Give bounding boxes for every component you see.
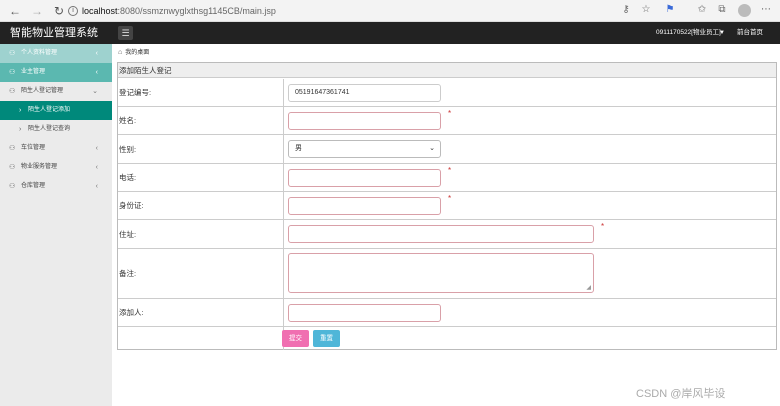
sidebar-item-stranger[interactable]: ⚇ 陌生人登记管理 ⌄ — [0, 82, 112, 101]
form-row-actions: 提交 重置 — [118, 327, 776, 350]
phone-input[interactable] — [288, 169, 441, 187]
breadcrumb-label: 我的桌面 — [125, 50, 150, 56]
forward-icon[interactable]: → — [30, 4, 44, 18]
user-icon: ⚇ — [9, 88, 16, 95]
sidebar-item-label: 个人资料管理 — [21, 50, 58, 56]
form-row-adder: 添加人: — [118, 299, 776, 327]
required-mark: * — [448, 109, 452, 118]
reg-no-label: 登记编号: — [118, 79, 284, 106]
gender-label: 性别: — [118, 135, 284, 163]
name-input[interactable] — [288, 112, 441, 130]
sidebar-item-label: 业主管理 — [21, 69, 46, 75]
extension-icon[interactable]: ⚑ — [664, 4, 676, 16]
sidebar-item-label: 陌生人登记添加 — [28, 107, 71, 113]
form-row-phone: 电话: * — [118, 164, 776, 192]
chevron-right-icon: › — [19, 107, 22, 114]
required-mark: * — [601, 222, 605, 231]
chevron-left-icon: ‹ — [95, 164, 98, 171]
favorite-icon[interactable]: ☆ — [640, 4, 652, 16]
remark-label: 备注: — [118, 249, 284, 298]
back-icon[interactable]: ← — [8, 4, 22, 18]
chevron-left-icon: ‹ — [95, 183, 98, 190]
address-bar[interactable]: localhost:8080/ssmznwyglxthsg1145CB/main… — [82, 3, 276, 19]
form-row-gender: 性别: 男 ⌄ — [118, 135, 776, 164]
address-input[interactable] — [288, 225, 594, 243]
reg-no-input[interactable]: 05191647361741 — [288, 84, 441, 102]
sidebar-item-label: 仓库管理 — [21, 183, 46, 189]
sidebar: ⚇ 个人资料管理 ‹ ⚇ 业主管理 ‹ ⚇ 陌生人登记管理 ⌄ › 陌生人登记添… — [0, 44, 112, 406]
sidebar-item-label: 陌生人登记管理 — [21, 88, 64, 94]
form-row-address: 住址: * — [118, 220, 776, 249]
chevron-left-icon: ‹ — [95, 50, 98, 57]
address-label: 住址: — [118, 220, 284, 248]
chevron-down-icon: ⌄ — [92, 88, 98, 95]
refresh-icon[interactable]: ↻ — [52, 4, 66, 18]
submit-button[interactable]: 提交 — [282, 330, 309, 347]
sidebar-item-warehouse[interactable]: ⚇ 仓库管理 ‹ — [0, 177, 112, 196]
phone-label: 电话: — [118, 164, 284, 191]
resize-grip-icon[interactable]: ◢ — [586, 284, 591, 291]
url-path: :8080/ssmznwyglxthsg1145CB/main.jsp — [117, 6, 276, 16]
user-icon: ⚇ — [9, 50, 16, 57]
home-icon: ⌂ — [118, 49, 123, 56]
watermark: CSDN @岸风毕设 — [636, 388, 726, 400]
required-mark: * — [448, 166, 452, 175]
user-info[interactable]: 0911170522[物业员工] — [656, 22, 721, 44]
breadcrumb[interactable]: ⌂ 我的桌面 — [118, 48, 149, 58]
form-row-name: 姓名: * — [118, 107, 776, 135]
more-icon[interactable]: ⋯ — [760, 4, 772, 16]
app-header: 智能物业管理系统 ☰ 0911170522[物业员工] ▼ 前台首页 — [0, 22, 780, 44]
user-icon: ⚇ — [9, 183, 16, 190]
reset-button[interactable]: 重置 — [313, 330, 340, 347]
adder-input[interactable] — [288, 304, 441, 322]
user-icon: ⚇ — [9, 69, 16, 76]
sidebar-item-service[interactable]: ⚇ 物业服务管理 ‹ — [0, 158, 112, 177]
user-icon: ⚇ — [9, 164, 16, 171]
sidebar-item-label: 物业服务管理 — [21, 164, 58, 170]
chevron-right-icon: › — [19, 126, 22, 133]
adder-label: 添加人: — [118, 299, 284, 326]
app-title: 智能物业管理系统 — [10, 27, 98, 39]
gender-value: 男 — [295, 145, 302, 152]
collections-icon[interactable]: ⧉ — [716, 4, 728, 16]
sidebar-item-label: 陌生人登记查询 — [28, 126, 71, 132]
sidebar-item-owner[interactable]: ⚇ 业主管理 ‹ — [0, 63, 112, 82]
form-row-remark: 备注: ◢ — [118, 249, 776, 299]
idcard-input[interactable] — [288, 197, 441, 215]
browser-toolbar: ← → ↻ i localhost:8080/ssmznwyglxthsg114… — [0, 0, 780, 22]
sidebar-item-parking[interactable]: ⚇ 车位管理 ‹ — [0, 139, 112, 158]
chevron-left-icon: ‹ — [95, 69, 98, 76]
caret-down-icon[interactable]: ▼ — [719, 22, 725, 44]
favorites-bar-icon[interactable]: ✩ — [696, 4, 708, 16]
idcard-label: 身份证: — [118, 192, 284, 219]
sidebar-item-stranger-add[interactable]: › 陌生人登记添加 — [0, 101, 112, 120]
sidebar-item-profile[interactable]: ⚇ 个人资料管理 ‹ — [0, 44, 112, 63]
info-icon[interactable]: i — [68, 6, 78, 16]
profile-avatar[interactable] — [738, 4, 751, 17]
stranger-form: 添加陌生人登记 登记编号: 05191647361741 姓名: * 性别: 男… — [117, 62, 777, 350]
url-host: localhost — [82, 6, 118, 16]
menu-toggle-icon[interactable]: ☰ — [118, 26, 133, 40]
form-row-idcard: 身份证: * — [118, 192, 776, 220]
key-icon[interactable]: ⚷ — [620, 4, 632, 16]
actions-label-cell — [118, 327, 284, 350]
home-link[interactable]: 前台首页 — [737, 22, 763, 44]
user-icon: ⚇ — [9, 145, 16, 152]
sidebar-item-stranger-query[interactable]: › 陌生人登记查询 — [0, 120, 112, 139]
chevron-left-icon: ‹ — [95, 145, 98, 152]
sidebar-item-label: 车位管理 — [21, 145, 46, 151]
name-label: 姓名: — [118, 107, 284, 134]
gender-select[interactable]: 男 ⌄ — [288, 140, 441, 158]
required-mark: * — [448, 194, 452, 203]
form-title: 添加陌生人登记 — [118, 63, 776, 78]
chevron-down-icon: ⌄ — [429, 145, 435, 152]
form-row-reg-no: 登记编号: 05191647361741 — [118, 79, 776, 107]
remark-textarea[interactable]: ◢ — [288, 253, 594, 293]
